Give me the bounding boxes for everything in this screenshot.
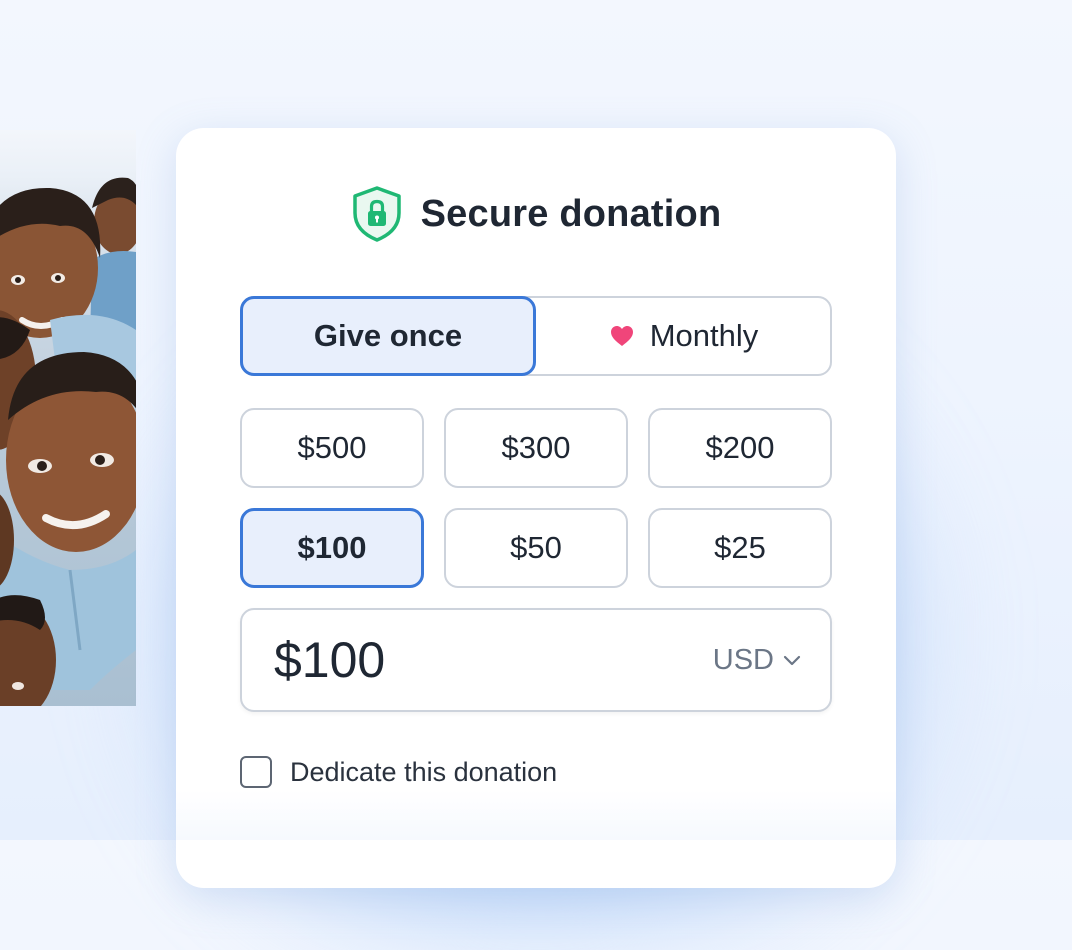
currency-label: USD: [712, 643, 774, 676]
hero-photo: [0, 130, 136, 706]
give-once-label: Give once: [313, 318, 463, 353]
amount-option-100[interactable]: $100: [240, 508, 424, 588]
amount-option-50[interactable]: $50: [444, 508, 628, 588]
amount-option-300[interactable]: $300: [444, 408, 628, 488]
amount-options: $500 $300 $200 $100 $50 $25: [240, 408, 832, 588]
donation-card: Secure donation Give once Monthly $500 $…: [176, 128, 896, 888]
chevron-down-icon: [783, 655, 801, 666]
dedicate-checkbox[interactable]: [240, 756, 272, 788]
custom-amount-input[interactable]: $100 USD: [240, 608, 832, 712]
monthly-button[interactable]: Monthly: [536, 298, 832, 374]
card-header: Secure donation: [176, 184, 896, 244]
amount-value[interactable]: $100: [274, 610, 385, 710]
amount-option-200[interactable]: $200: [648, 408, 832, 488]
amount-option-25[interactable]: $25: [648, 508, 832, 588]
give-once-button[interactable]: Give once: [240, 296, 536, 376]
shield-lock-icon: [352, 186, 401, 242]
amount-option-500[interactable]: $500: [240, 408, 424, 488]
dedicate-label[interactable]: Dedicate this donation: [290, 757, 557, 788]
frequency-toggle: Give once Monthly: [240, 296, 832, 376]
page-title: Secure donation: [420, 192, 722, 235]
heart-icon: [610, 326, 633, 346]
monthly-label: Monthly: [649, 318, 759, 353]
currency-select[interactable]: USD: [713, 610, 802, 710]
dedicate-row: Dedicate this donation: [240, 754, 557, 790]
